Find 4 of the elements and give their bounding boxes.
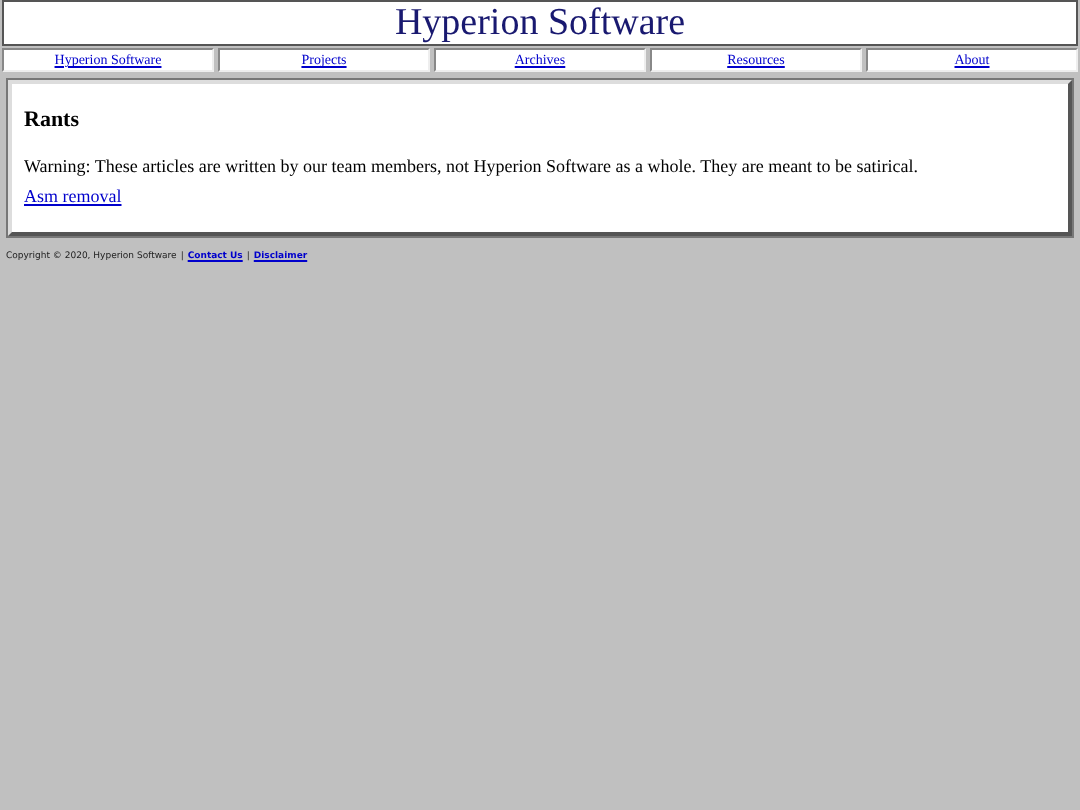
warning-text: Warning: These articles are written by our team members, not Hyperion Software as a whole. They are meant to be satirical. [24,156,921,176]
section-heading: Rants [24,108,82,132]
site-title: Hyperion Software [394,2,686,44]
article-link[interactable]: Asm removal [24,186,122,206]
